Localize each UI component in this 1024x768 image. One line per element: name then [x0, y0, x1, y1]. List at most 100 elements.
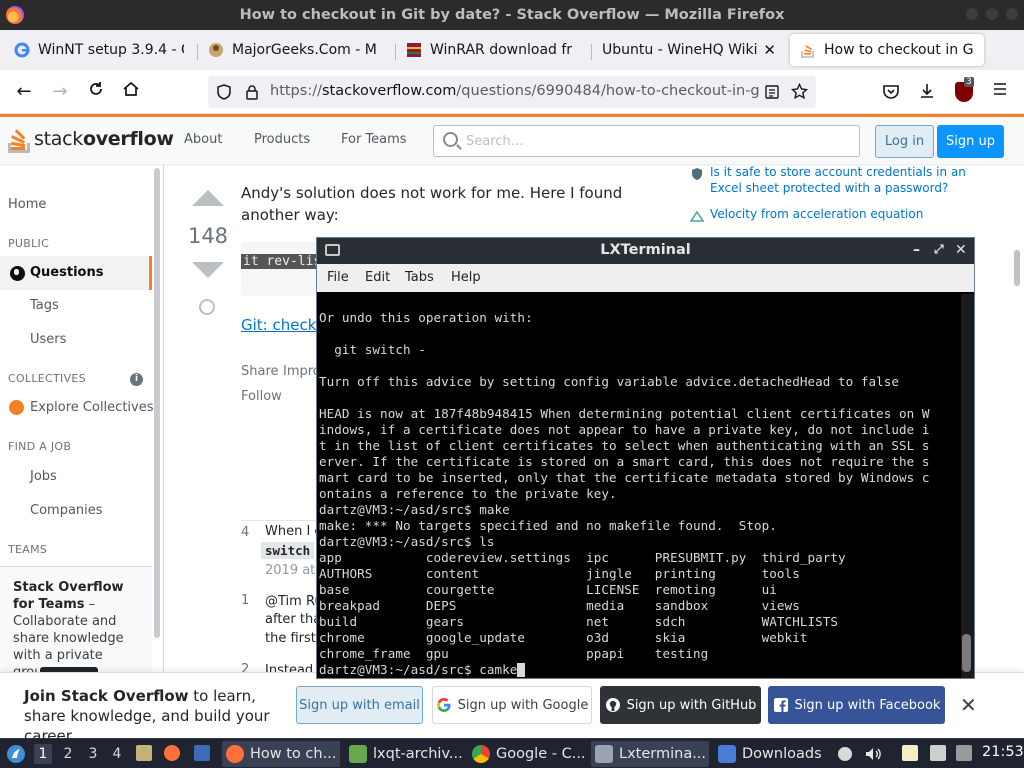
menu-tabs[interactable]: Tabs [405, 270, 434, 285]
signup-github-button[interactable]: Sign up with GitHub [600, 686, 761, 724]
so-top-bar: stackoverflow About Products For Teams S… [0, 114, 1024, 164]
shield-icon[interactable] [216, 84, 232, 100]
stackoverflow-icon [801, 45, 814, 58]
sidebar-heading-public: PUBLIC [8, 237, 50, 250]
nav-for-teams[interactable]: For Teams [341, 132, 407, 147]
terminal-titlebar[interactable]: LXTerminal – ⤢ ✕ [317, 238, 974, 264]
hot-question-link[interactable]: Velocity from acceleration equation [710, 206, 990, 222]
share-link[interactable]: Share [241, 364, 279, 379]
terminal-scrollbar-thumb[interactable] [962, 634, 971, 672]
terminal-line: dartz@VM3:~/asd/src$ camke [319, 662, 518, 677]
menu-file[interactable]: File [327, 270, 349, 285]
comment-score: 4 [241, 525, 250, 540]
answer-link[interactable]: Git: checko [241, 316, 325, 334]
menu-edit[interactable]: Edit [365, 270, 390, 285]
task-lxqt-archiver[interactable]: lxqt-archiv... [345, 741, 463, 767]
file-manager-launcher-icon[interactable] [136, 745, 152, 761]
downloads-icon[interactable] [918, 82, 936, 100]
banner-message: Join Stack Overflow to learn, share know… [24, 687, 270, 745]
show-desktop-icon[interactable] [194, 745, 210, 761]
collectives-icon [9, 400, 24, 415]
start-menu-icon[interactable] [6, 744, 26, 764]
hot-question-link[interactable]: Is it safe to store account credentials … [710, 164, 990, 196]
terminal-output[interactable]: Or undo this operation with: git switch … [319, 294, 959, 678]
upvote-button[interactable] [192, 190, 224, 206]
pocket-icon[interactable] [882, 83, 900, 101]
tab-stackoverflow[interactable]: How to checkout in G [790, 34, 984, 66]
menu-button[interactable] [988, 80, 1012, 104]
terminal-line: AUTHORS content jingle printing tools [319, 566, 800, 581]
terminal-scrollbar-track[interactable] [961, 294, 974, 678]
info-icon[interactable]: i [130, 373, 143, 386]
sign-up-button[interactable]: Sign up [937, 125, 1004, 158]
volume-icon[interactable] [864, 745, 882, 763]
minimize-button[interactable] [966, 8, 978, 20]
close-tab-icon[interactable]: ✕ [763, 41, 776, 59]
desktop-2-button[interactable]: 2 [59, 744, 77, 764]
sidebar-item-questions[interactable]: Questions [0, 256, 152, 290]
lxterminal-window: LXTerminal – ⤢ ✕ File Edit Tabs Help Or … [316, 237, 975, 679]
terminal-line: chrome google_update o3d skia webkit [319, 630, 808, 645]
page-scrollbar[interactable] [1014, 250, 1020, 286]
bluetooth-icon[interactable] [838, 747, 852, 761]
search-icon [443, 132, 458, 147]
home-button[interactable] [119, 80, 143, 104]
tab-majorgeeks[interactable]: MajorGeeks.Com - M [198, 34, 392, 66]
updates-icon[interactable] [956, 745, 972, 761]
tab-winnt-setup[interactable]: WinNT setup 3.9.4 - G [4, 34, 194, 66]
task-lxterminal[interactable]: Lxtermina... [591, 741, 709, 767]
lock-icon[interactable] [244, 84, 260, 100]
signup-facebook-button[interactable]: Sign up with Facebook [768, 686, 945, 724]
back-button[interactable]: ← [12, 80, 36, 104]
sidebar-item-companies[interactable]: Companies [30, 503, 103, 518]
desktop-4-button[interactable]: 4 [108, 744, 126, 764]
sidebar-scrollbar[interactable] [154, 168, 160, 638]
log-in-button[interactable]: Log in [875, 125, 934, 158]
terminal-maximize-button[interactable]: ⤢ [934, 242, 944, 257]
clock[interactable]: 21:53 [982, 744, 1024, 760]
network-icon[interactable] [930, 745, 946, 761]
ublock-origin-icon[interactable]: 3 [955, 77, 974, 102]
google-icon [436, 698, 451, 712]
sidebar-item-explore-collectives[interactable]: Explore Collectives [30, 400, 154, 415]
sidebar-item-home[interactable]: Home [8, 197, 46, 212]
forward-button[interactable]: → [48, 80, 72, 104]
reload-icon [90, 82, 102, 95]
terminal-minimize-button[interactable]: – [913, 242, 920, 258]
nav-about[interactable]: About [184, 132, 222, 147]
desktop-1-button[interactable]: 1 [34, 744, 52, 764]
tab-winehq[interactable]: Ubuntu - WineHQ Wiki ✕ [592, 34, 786, 66]
sidebar-item-users[interactable]: Users [30, 332, 66, 347]
reload-button[interactable] [84, 80, 108, 104]
nav-products[interactable]: Products [254, 132, 310, 147]
window-controls [966, 8, 1018, 20]
menu-help[interactable]: Help [451, 270, 481, 285]
task-downloads[interactable]: Downloads [714, 741, 832, 767]
bookmark-star-icon[interactable] [791, 83, 808, 100]
tab-winrar[interactable]: WinRAR download fr [396, 34, 588, 66]
stackoverflow-logo[interactable]: stackoverflow [8, 125, 174, 153]
maximize-button[interactable] [986, 8, 998, 20]
close-window-button[interactable] [1006, 8, 1018, 20]
terminal-line: HEAD is now at 187f48b948415 When determ… [319, 406, 930, 421]
signup-google-button[interactable]: Sign up with Google [432, 686, 592, 724]
sidebar-item-tags[interactable]: Tags [30, 298, 59, 313]
logo-text-light: stack [34, 128, 83, 150]
clipboard-icon[interactable] [902, 745, 918, 761]
desktop-3-button[interactable]: 3 [84, 744, 102, 764]
history-icon[interactable] [199, 299, 215, 315]
terminal-close-button[interactable]: ✕ [955, 242, 967, 258]
sidebar-item-jobs[interactable]: Jobs [30, 469, 57, 484]
extension-badge: 3 [964, 77, 974, 87]
close-banner-button[interactable]: ✕ [960, 693, 977, 717]
signup-email-button[interactable]: Sign up with email [296, 686, 423, 724]
firefox-launcher-icon[interactable] [164, 745, 180, 761]
task-chrome[interactable]: Google - C... [468, 741, 586, 767]
site-search-input[interactable]: Search… [433, 125, 860, 157]
downvote-button[interactable] [192, 262, 224, 278]
reader-view-icon[interactable] [764, 84, 780, 100]
follow-link[interactable]: Follow [241, 389, 282, 404]
terminal-title: LXTerminal [600, 242, 691, 258]
terminal-line: base courgette LICENSE remoting ui [319, 582, 777, 597]
address-bar[interactable]: https://stackoverflow.com/questions/6990… [208, 76, 816, 108]
